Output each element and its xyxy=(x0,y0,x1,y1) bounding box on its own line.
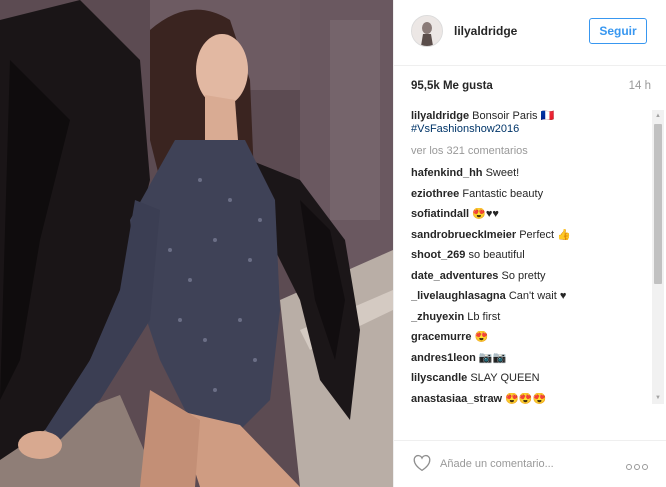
comment-item: shoot_269 so beautiful xyxy=(411,249,641,270)
comment-text: so beautiful xyxy=(468,249,525,261)
comment-item: anastasiaa_straw 😍😍😍 xyxy=(411,393,641,411)
avatar-image xyxy=(412,16,442,46)
profile-avatar[interactable] xyxy=(411,15,443,47)
comment-text: Sweet! xyxy=(485,167,520,179)
comments-scrollbar[interactable]: ▲ ▼ xyxy=(652,110,664,404)
comment-text: Can't wait ♥ xyxy=(508,290,567,302)
heart-icon[interactable] xyxy=(412,454,432,472)
comment-item: sofiatindall 😍♥♥ xyxy=(411,208,641,229)
post-photo[interactable] xyxy=(0,0,393,487)
comment-item: hafenkind_hh Sweet! xyxy=(411,167,641,188)
instagram-post: lilyaldridge Seguir 95,5k Me gusta 14 h … xyxy=(0,0,666,487)
post-footer xyxy=(394,440,666,487)
comment-username[interactable]: _livelaughlasagna xyxy=(411,290,506,302)
post-timestamp[interactable]: 14 h xyxy=(629,80,651,92)
scroll-down-arrow-icon[interactable]: ▼ xyxy=(652,392,664,404)
comment-text: Lb first xyxy=(467,310,501,323)
comment-username[interactable]: eziothree xyxy=(411,188,459,200)
comment-item: gracemurre 😍 xyxy=(411,331,641,352)
comments-list: lilyaldridge Bonsoir Paris 🇫🇷 #VsFashion… xyxy=(411,110,641,410)
comment-item: andres1leon 📷📷 xyxy=(411,352,641,373)
comment-item: sandrobrueckImeier Perfect 👍 xyxy=(411,229,641,250)
comment-username[interactable]: sofiatindall xyxy=(411,208,469,220)
comment-item: _zhuyexin Lb first xyxy=(411,311,641,332)
comment-item: date_adventures So pretty xyxy=(411,270,641,291)
view-all-comments-link[interactable]: ver los 321 comentarios xyxy=(411,145,641,158)
more-options-icon[interactable] xyxy=(626,457,650,470)
comment-text: Fantastic beauty xyxy=(462,187,544,200)
photo-illustration xyxy=(0,0,393,487)
comment-username[interactable]: andres1leon xyxy=(411,352,476,364)
caption-text: Bonsoir Paris 🇫🇷 xyxy=(472,110,555,122)
add-comment-input[interactable] xyxy=(440,456,610,472)
post-caption: lilyaldridge Bonsoir Paris 🇫🇷 #VsFashion… xyxy=(411,110,641,136)
comment-username[interactable]: shoot_269 xyxy=(411,249,465,261)
caption-username[interactable]: lilyaldridge xyxy=(411,110,469,122)
post-header: lilyaldridge Seguir xyxy=(394,0,666,66)
comment-text: 😍😍😍 xyxy=(505,392,547,405)
comment-text: 😍♥♥ xyxy=(472,208,499,220)
post-stats: 95,5k Me gusta 14 h xyxy=(411,80,651,96)
comment-username[interactable]: gracemurre xyxy=(411,331,472,343)
comment-text: So pretty xyxy=(501,269,546,282)
comment-text: SLAY QUEEN xyxy=(470,372,540,384)
comment-username[interactable]: _zhuyexin xyxy=(411,311,464,323)
comment-item: lilyscandle SLAY QUEEN xyxy=(411,372,641,393)
post-author-username[interactable]: lilyaldridge xyxy=(454,24,517,38)
post-side-panel: lilyaldridge Seguir 95,5k Me gusta 14 h … xyxy=(393,0,666,487)
comment-item: _livelaughlasagna Can't wait ♥ xyxy=(411,290,641,311)
likes-count[interactable]: 95,5k Me gusta xyxy=(411,80,493,92)
comment-username[interactable]: date_adventures xyxy=(411,270,498,282)
comment-username[interactable]: sandrobrueckImeier xyxy=(411,229,516,241)
comment-text: Perfect 👍 xyxy=(519,228,571,241)
caption-hashtag[interactable]: #VsFashionshow2016 xyxy=(411,123,641,136)
comment-username[interactable]: hafenkind_hh xyxy=(411,167,483,179)
scroll-up-arrow-icon[interactable]: ▲ xyxy=(652,110,664,122)
scrollbar-thumb[interactable] xyxy=(654,124,662,284)
comment-text: 😍 xyxy=(474,331,489,343)
comment-text: 📷📷 xyxy=(478,351,507,364)
comment-username[interactable]: anastasiaa_straw xyxy=(411,393,502,405)
comment-username[interactable]: lilyscandle xyxy=(411,372,467,384)
comment-item: eziothree Fantastic beauty xyxy=(411,188,641,209)
follow-button[interactable]: Seguir xyxy=(589,18,647,44)
